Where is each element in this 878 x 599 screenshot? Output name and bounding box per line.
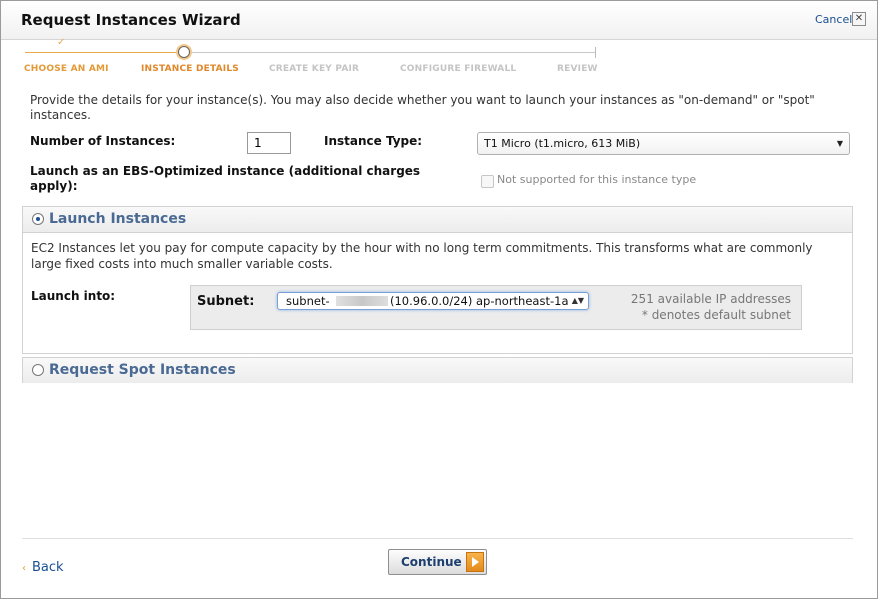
- step-instance-details: INSTANCE DETAILS: [141, 64, 239, 74]
- subnet-id-prefix: subnet-: [286, 294, 330, 308]
- cancel-link[interactable]: Cancel: [815, 13, 852, 26]
- request-spot-radio[interactable]: [32, 364, 44, 376]
- stepper-progress-line: [25, 52, 185, 53]
- chevron-down-icon: ▼: [836, 139, 843, 148]
- redacted-subnet-id: [336, 296, 388, 306]
- instance-type-select[interactable]: T1 Micro (t1.micro, 613 MiB) ▼: [477, 132, 850, 155]
- launch-instances-radio[interactable]: [32, 213, 44, 225]
- current-step-dot-icon: [178, 46, 190, 58]
- launch-into-label: Launch into:: [31, 289, 116, 303]
- launch-instances-description: EC2 Instances let you pay for compute ca…: [31, 241, 813, 271]
- back-label: Back: [32, 560, 64, 575]
- wizard-stepper: ✓ CHOOSE AN AMI INSTANCE DETAILS CREATE …: [1, 37, 877, 79]
- step-configure-firewall: CONFIGURE FIREWALL: [400, 64, 517, 74]
- num-instances-label: Number of Instances:: [30, 134, 176, 148]
- ebs-not-supported-note: Not supported for this instance type: [497, 173, 697, 186]
- subnet-select[interactable]: subnet- (10.96.0.0/24) ap-northeast-1a ▲…: [277, 292, 589, 310]
- arrow-right-icon: [466, 552, 484, 572]
- radio-selected-dot: [36, 217, 40, 221]
- wizard-dialog: Request Instances Wizard Cancel ✕ ✓ CHOO…: [0, 0, 878, 599]
- dialog-title: Request Instances Wizard: [21, 11, 241, 29]
- request-spot-section: Request Spot Instances: [22, 357, 853, 383]
- subnet-cidr-zone: (10.96.0.0/24) ap-northeast-1a: [390, 294, 569, 308]
- available-ip-count: 251 available IP addresses: [630, 292, 791, 306]
- num-instances-input[interactable]: [247, 132, 291, 154]
- launch-instances-title: Launch Instances: [49, 211, 187, 227]
- step-create-key-pair: CREATE KEY PAIR: [269, 64, 360, 74]
- subnet-label: Subnet:: [197, 294, 255, 309]
- stepper-remaining-line: [185, 52, 596, 53]
- step-complete-check-icon: ✓: [57, 37, 66, 48]
- launch-instances-section: Launch Instances EC2 Instances let you p…: [22, 206, 853, 354]
- instance-type-label: Instance Type:: [324, 134, 423, 148]
- default-subnet-note: * denotes default subnet: [641, 308, 791, 322]
- stepper-end-cap: [595, 47, 596, 58]
- instance-type-value: T1 Micro (t1.micro, 613 MiB): [484, 137, 641, 150]
- continue-button[interactable]: Continue: [388, 549, 487, 575]
- ebs-optimized-label: Launch as an EBS-Optimized instance (add…: [30, 164, 421, 193]
- step-review: REVIEW: [557, 64, 598, 74]
- intro-text: Provide the details for your instance(s)…: [30, 93, 815, 122]
- updown-arrow-icon: ▲▼: [571, 296, 584, 305]
- step-choose-ami: CHOOSE AN AMI: [24, 64, 109, 74]
- launch-instances-header[interactable]: Launch Instances: [23, 207, 852, 233]
- subnet-panel: Subnet: subnet- (10.96.0.0/24) ap-northe…: [190, 285, 802, 330]
- request-spot-header[interactable]: Request Spot Instances: [23, 358, 852, 383]
- close-icon[interactable]: ✕: [852, 12, 866, 26]
- title-bar: Request Instances Wizard Cancel ✕: [1, 1, 877, 40]
- back-link[interactable]: ‹ Back: [22, 560, 64, 575]
- footer-divider: [22, 538, 853, 539]
- request-spot-title: Request Spot Instances: [49, 362, 236, 378]
- continue-label: Continue: [401, 555, 462, 569]
- ebs-optimized-checkbox[interactable]: [481, 175, 494, 188]
- chevron-left-icon: ‹: [22, 563, 26, 574]
